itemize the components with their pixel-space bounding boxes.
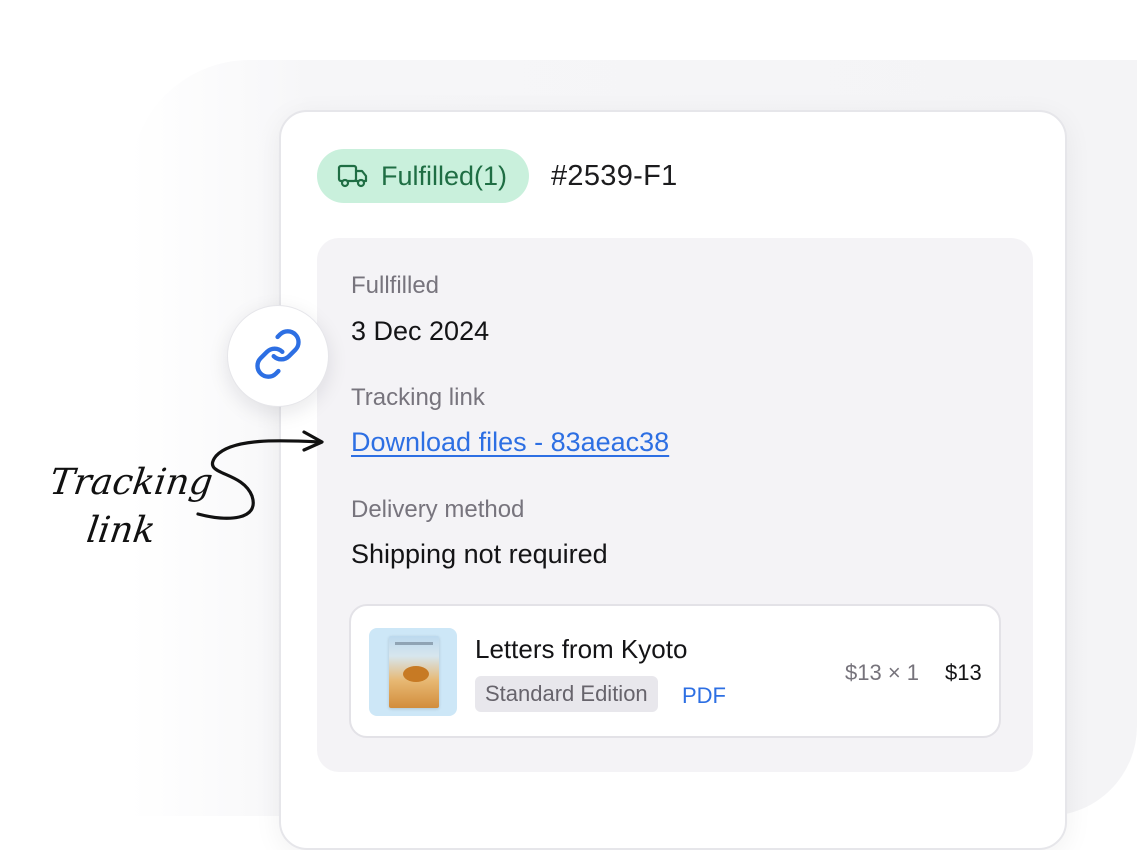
truck-icon <box>337 163 369 189</box>
delivery-method-value: Shipping not required <box>351 539 608 569</box>
product-line-item[interactable]: Letters from Kyoto Standard Edition PDF … <box>349 604 1001 738</box>
delivery-method-label: Delivery method <box>351 496 525 523</box>
cover-tree-mark <box>403 666 429 682</box>
link-icon <box>252 328 304 385</box>
format-label: PDF <box>682 683 726 708</box>
unit-price-quantity: $13 × 1 <box>845 660 920 685</box>
fulfilled-status-badge: Fulfilled(1) <box>317 149 530 203</box>
order-id: #2539-F1 <box>551 160 678 192</box>
link-icon-circle <box>227 305 329 407</box>
annotation-text-line-1: Tracking <box>47 462 216 503</box>
edition-badge: Standard Edition <box>475 676 658 712</box>
fulfillment-card: Fulfilled(1) #2539-F1 Fullfilled 3 Dec 2… <box>279 110 1067 850</box>
product-title: Letters from Kyoto <box>475 634 688 664</box>
product-thumbnail <box>369 628 457 716</box>
fulfilled-label: Fullfilled <box>351 272 440 299</box>
fulfilled-date: 3 Dec 2024 <box>351 316 490 346</box>
book-cover-image <box>389 636 439 708</box>
tracking-link-label: Tracking link <box>351 384 485 411</box>
cover-title-mark <box>395 642 433 645</box>
fulfillment-details-panel: Fullfilled 3 Dec 2024 Tracking link Down… <box>317 238 1033 772</box>
badge-label: Fulfilled(1) <box>381 160 508 191</box>
annotation-text-line-2: link <box>84 510 158 551</box>
line-total: $13 <box>945 660 982 685</box>
tracking-link[interactable]: Download files - 83aeac38 <box>351 427 669 458</box>
